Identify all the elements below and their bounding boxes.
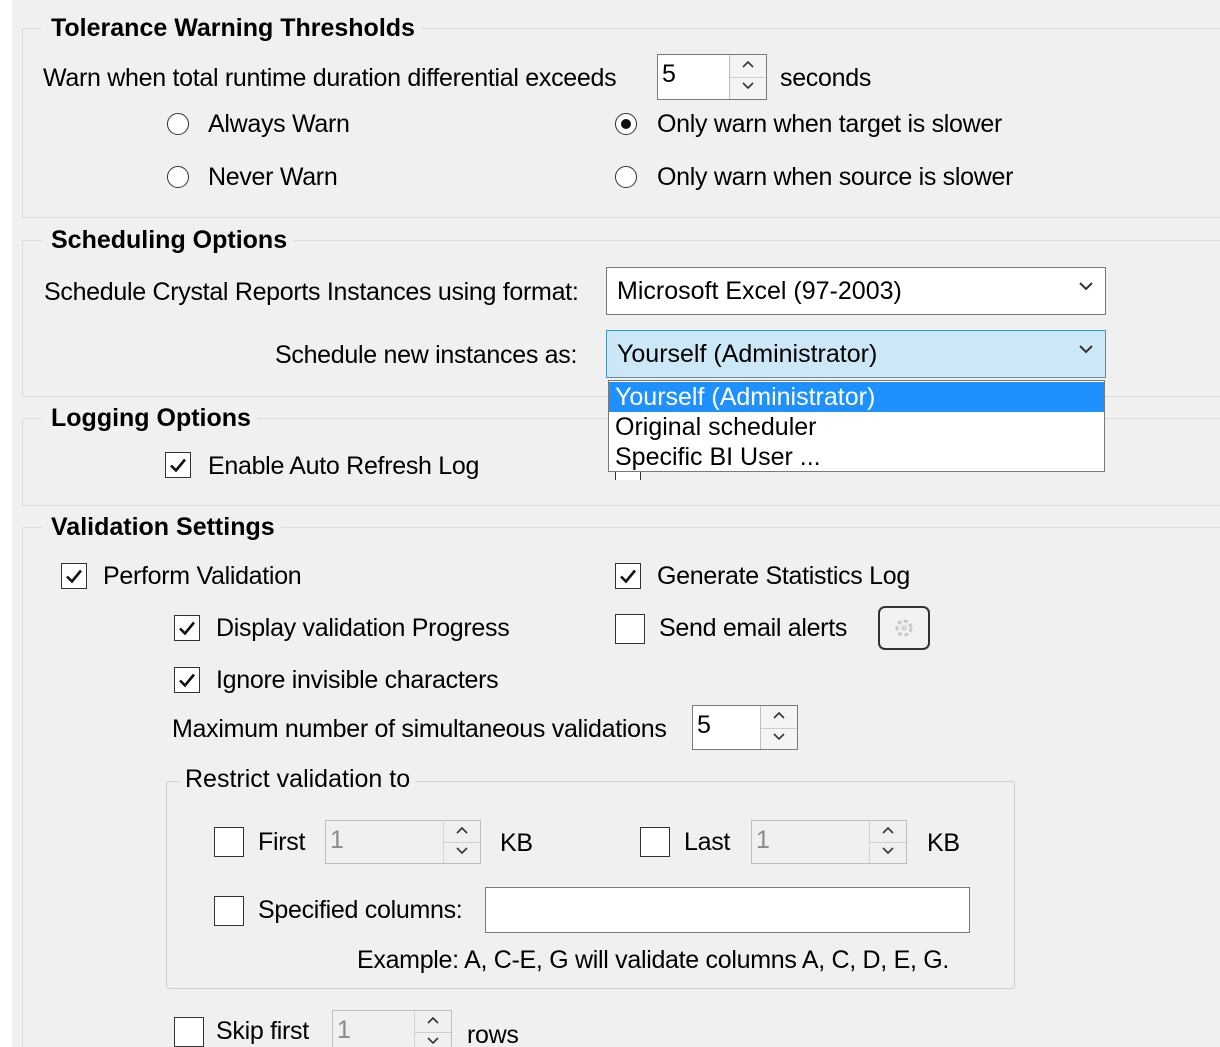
spin-down-button[interactable] xyxy=(761,728,797,750)
specified-columns-checkbox[interactable] xyxy=(214,896,244,926)
last-kb-stepper[interactable]: 1 xyxy=(751,820,907,864)
ignore-invisible-checkbox[interactable] xyxy=(174,667,200,693)
statistics-log-checkbox[interactable] xyxy=(615,563,641,589)
auto-refresh-checkbox[interactable] xyxy=(165,452,191,478)
checkmark-icon xyxy=(618,566,638,586)
skip-first-checkbox[interactable] xyxy=(174,1017,204,1047)
max-simultaneous-value: 5 xyxy=(697,711,711,739)
gear-icon xyxy=(895,619,913,637)
first-kb-value: 1 xyxy=(330,826,344,854)
checkmark-icon xyxy=(177,670,197,690)
specified-columns-input[interactable] xyxy=(485,887,970,933)
spin-up-button[interactable] xyxy=(761,706,797,729)
email-settings-button[interactable] xyxy=(878,606,930,650)
instances-dropdown-list[interactable]: Yourself (Administrator) Original schedu… xyxy=(608,380,1105,472)
format-value: Microsoft Excel (97-2003) xyxy=(617,277,902,305)
chevron-up-icon xyxy=(773,711,785,719)
radio-always-warn[interactable] xyxy=(167,113,189,135)
chevron-up-icon xyxy=(742,60,754,68)
statistics-log-label: Generate Statistics Log xyxy=(657,562,910,590)
email-alerts-label: Send email alerts xyxy=(659,614,848,642)
restrict-title: Restrict validation to xyxy=(179,764,417,794)
first-label: First xyxy=(258,828,306,856)
tolerance-title: Tolerance Warning Thresholds xyxy=(41,13,421,43)
logging-title: Logging Options xyxy=(41,403,257,433)
last-label: Last xyxy=(684,828,731,856)
chevron-up-icon xyxy=(456,826,468,834)
last-kb-value: 1 xyxy=(756,826,770,854)
format-label: Schedule Crystal Reports Instances using… xyxy=(44,278,579,306)
spin-down-button[interactable] xyxy=(730,77,766,99)
skip-first-stepper[interactable]: 1 xyxy=(332,1010,452,1047)
settings-panel: Tolerance Warning Thresholds Warn when t… xyxy=(12,0,1220,1047)
perform-validation-checkbox[interactable] xyxy=(61,563,87,589)
warn-seconds-value: 5 xyxy=(662,60,676,88)
chevron-down-icon xyxy=(427,1037,439,1045)
scheduling-title: Scheduling Options xyxy=(41,225,294,255)
chevron-up-icon xyxy=(427,1016,439,1024)
skip-first-value: 1 xyxy=(337,1016,351,1044)
spin-up-button[interactable] xyxy=(730,55,766,78)
first-kb-checkbox[interactable] xyxy=(214,827,244,857)
dropdown-option[interactable]: Yourself (Administrator) xyxy=(609,382,1104,412)
instances-select[interactable]: Yourself (Administrator) xyxy=(606,330,1106,378)
spin-up-button[interactable] xyxy=(870,821,906,843)
chevron-down-icon xyxy=(1079,282,1093,291)
spin-up-button[interactable] xyxy=(444,821,480,843)
max-simultaneous-label: Maximum number of simultaneous validatio… xyxy=(172,715,667,743)
dropdown-option[interactable]: Original scheduler xyxy=(609,412,1104,442)
chevron-down-icon xyxy=(1079,345,1093,354)
skip-first-label: Skip first xyxy=(216,1017,309,1045)
radio-only-source-slower[interactable] xyxy=(615,166,637,188)
chevron-down-icon xyxy=(742,82,754,90)
auto-refresh-label: Enable Auto Refresh Log xyxy=(208,452,480,480)
spin-up-button[interactable] xyxy=(415,1011,451,1033)
checkmark-icon xyxy=(177,618,197,638)
first-unit: KB xyxy=(500,829,533,857)
spin-down-button[interactable] xyxy=(870,842,906,863)
chevron-down-icon xyxy=(456,847,468,855)
radio-never-warn[interactable] xyxy=(167,166,189,188)
validation-title: Validation Settings xyxy=(41,512,281,542)
email-alerts-checkbox[interactable] xyxy=(615,614,645,644)
always-warn-label: Always Warn xyxy=(208,110,350,138)
warn-seconds-stepper[interactable]: 5 xyxy=(657,54,767,100)
format-select[interactable]: Microsoft Excel (97-2003) xyxy=(606,267,1106,315)
display-progress-label: Display validation Progress xyxy=(216,614,510,642)
radio-only-target-slower[interactable] xyxy=(615,113,637,135)
ignore-invisible-label: Ignore invisible characters xyxy=(216,666,499,694)
dropdown-option[interactable]: Specific BI User ... xyxy=(609,442,1104,472)
spin-down-button[interactable] xyxy=(444,842,480,863)
target-slower-label: Only warn when target is slower xyxy=(657,110,1003,138)
instances-label: Schedule new instances as: xyxy=(275,341,578,369)
first-kb-stepper[interactable]: 1 xyxy=(325,820,481,864)
instances-value: Yourself (Administrator) xyxy=(617,340,878,368)
max-simultaneous-stepper[interactable]: 5 xyxy=(692,705,798,750)
chevron-down-icon xyxy=(882,847,894,855)
checkmark-icon xyxy=(64,566,84,586)
warn-label: Warn when total runtime duration differe… xyxy=(43,64,617,92)
last-unit: KB xyxy=(927,829,960,857)
chevron-down-icon xyxy=(773,733,785,741)
perform-validation-label: Perform Validation xyxy=(103,562,302,590)
warn-unit: seconds xyxy=(780,64,872,92)
radio-selected-dot xyxy=(620,118,631,129)
chevron-up-icon xyxy=(882,826,894,834)
specified-columns-label: Specified columns: xyxy=(258,896,463,924)
checkmark-icon xyxy=(168,455,188,475)
skip-first-unit: rows xyxy=(467,1021,519,1047)
last-kb-checkbox[interactable] xyxy=(640,827,670,857)
display-progress-checkbox[interactable] xyxy=(174,615,200,641)
source-slower-label: Only warn when source is slower xyxy=(657,163,1014,191)
never-warn-label: Never Warn xyxy=(208,163,338,191)
spin-down-button[interactable] xyxy=(415,1032,451,1047)
columns-example-text: Example: A, C-E, G will validate columns… xyxy=(357,946,950,974)
